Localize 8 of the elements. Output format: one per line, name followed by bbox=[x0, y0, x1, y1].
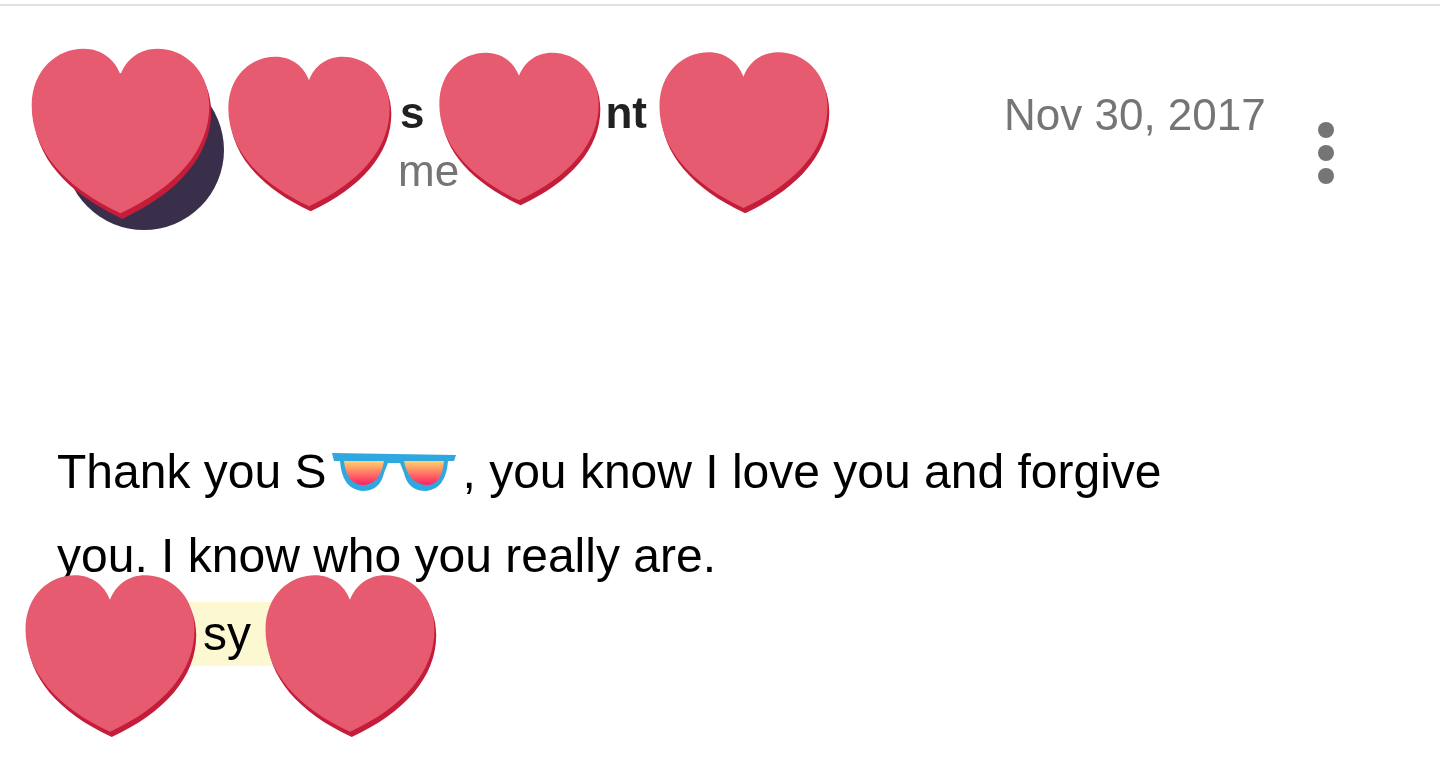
more-options-icon[interactable] bbox=[1315, 120, 1336, 186]
sender-name: nt bbox=[605, 88, 647, 138]
sender-name: s bbox=[400, 88, 425, 138]
message-text: Thank you S bbox=[57, 444, 327, 500]
recipient-label: me bbox=[398, 146, 461, 196]
message-text: , you know I love you and forgive bbox=[462, 444, 1162, 500]
message-text: you. I know who you really are. bbox=[57, 528, 716, 584]
message-date: Nov 30, 2017 bbox=[1004, 90, 1266, 140]
